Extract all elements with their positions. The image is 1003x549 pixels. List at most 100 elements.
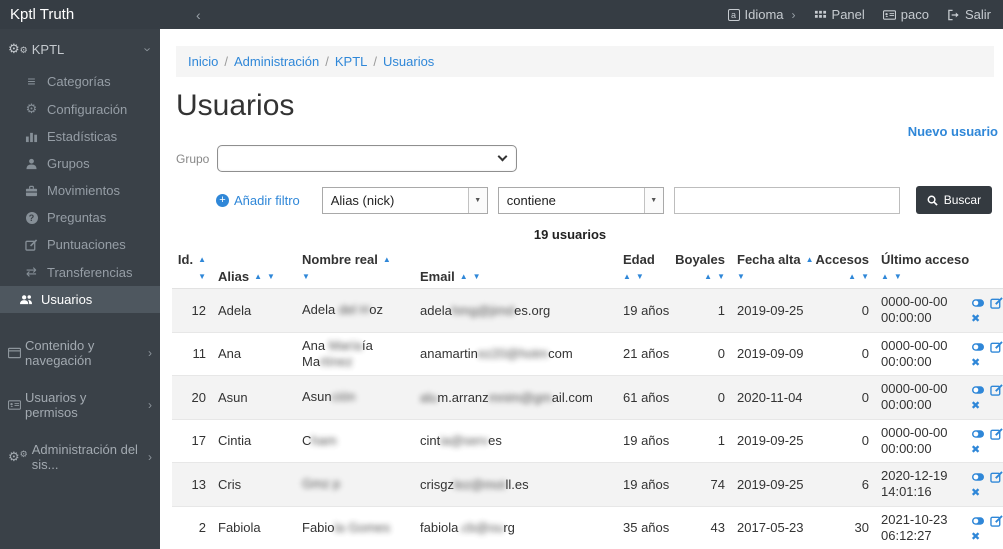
- sidebar-item-label: Transferencias: [47, 264, 133, 280]
- cell-email: adelahmg@jimdes.org: [414, 288, 617, 333]
- column-header-name[interactable]: Nombre real ▲ ▼: [296, 248, 414, 289]
- users-icon: [19, 294, 33, 306]
- sidebar-item-movimientos[interactable]: Movimientos: [0, 177, 160, 204]
- topnav-item-panel[interactable]: Panel: [814, 7, 865, 22]
- toggle-active-button[interactable]: [971, 382, 985, 397]
- cell-accesos: 6: [819, 462, 875, 507]
- sidebar-item-grupos[interactable]: Grupos: [0, 150, 160, 177]
- sidebar-item-transferencias[interactable]: ⇄ Transferencias: [0, 258, 160, 286]
- sort-desc-icon[interactable]: ▼: [302, 272, 310, 281]
- sidebar-item-configuración[interactable]: ⚙ Configuración: [0, 95, 160, 123]
- filter-operator-select[interactable]: contiene ▼: [497, 186, 664, 214]
- sort-asc-icon[interactable]: ▲: [254, 272, 262, 281]
- cell-email: anamartinez20@hotmcom: [414, 332, 617, 376]
- topnav-item-idioma[interactable]: a Idioma ›: [727, 7, 796, 22]
- breadcrumb-link-kptl[interactable]: KPTL: [335, 54, 368, 69]
- breadcrumb-link-usuarios[interactable]: Usuarios: [383, 54, 434, 69]
- sidebar-item-usuarios[interactable]: Usuarios: [0, 286, 160, 313]
- cell-email: cintia@serves: [414, 419, 617, 463]
- delete-button[interactable]: ✖: [971, 485, 980, 499]
- column-label: Edad: [623, 252, 655, 267]
- cell-boyales: 1: [681, 288, 731, 333]
- cell-actions: ✖: [965, 332, 1003, 376]
- edit-button[interactable]: [990, 382, 1003, 397]
- new-user-link[interactable]: Nuevo usuario: [908, 124, 998, 139]
- add-filter-button[interactable]: + Añadir filtro: [216, 193, 300, 208]
- sidebar-section-kptl[interactable]: ⚙⚙ KPTL ›: [0, 29, 160, 67]
- column-header-boyales[interactable]: Boyales ▲ ▼: [675, 248, 731, 289]
- column-header-age[interactable]: Edad ▲ ▼: [617, 248, 681, 289]
- sort-desc-icon[interactable]: ▼: [267, 272, 275, 281]
- sort-asc-icon[interactable]: ▲: [848, 272, 856, 281]
- toggle-active-button[interactable]: [971, 295, 985, 310]
- sidebar-item-estadísticas[interactable]: Estadísticas: [0, 123, 160, 150]
- column-header-actions: [965, 248, 1003, 289]
- delete-button[interactable]: ✖: [971, 311, 981, 326]
- column-header-id[interactable]: Id. ▲ ▼: [172, 248, 212, 289]
- edit-button[interactable]: [990, 339, 1003, 354]
- edit-button[interactable]: [990, 426, 1003, 441]
- sort-asc-icon[interactable]: ▲: [198, 255, 206, 264]
- sort-desc-icon[interactable]: ▼: [198, 272, 206, 281]
- sidebar-group-label: Administración del sis...: [31, 442, 138, 472]
- delete-button[interactable]: ✖: [971, 355, 980, 369]
- sort-asc-icon[interactable]: ▲: [623, 272, 631, 281]
- breadcrumb-link-administración[interactable]: Administración: [234, 54, 319, 69]
- sort-desc-icon[interactable]: ▼: [473, 272, 481, 281]
- sort-desc-icon[interactable]: ▼: [861, 272, 869, 281]
- breadcrumb-link-inicio[interactable]: Inicio: [188, 54, 218, 69]
- column-label: Boyales: [675, 252, 725, 267]
- delete-button[interactable]: ✖: [971, 442, 980, 456]
- toggle-active-button[interactable]: [971, 469, 985, 484]
- cell-fecha-alta: 2019-09-25: [731, 288, 819, 333]
- column-header-ultimo[interactable]: Último acceso ▲ ▼: [875, 248, 969, 289]
- sort-asc-icon[interactable]: ▲: [383, 255, 391, 264]
- sort-asc-icon[interactable]: ▲: [806, 255, 814, 264]
- sidebar-item-preguntas[interactable]: ? Preguntas: [0, 204, 160, 231]
- sort-desc-icon[interactable]: ▼: [894, 272, 902, 281]
- column-header-fecha[interactable]: Fecha alta ▲ ▼: [731, 248, 819, 289]
- sort-desc-icon[interactable]: ▼: [636, 272, 644, 281]
- topnav-item-paco[interactable]: paco: [882, 7, 929, 22]
- topnav-item-salir[interactable]: Salir: [947, 7, 991, 22]
- sidebar-group-administraci-n-del-sis-[interactable]: ⚙ ⚙ Administración del sis... ›: [0, 431, 160, 483]
- edit-button[interactable]: [990, 513, 1003, 528]
- column-header-accesos[interactable]: Accesos ▲ ▼: [816, 248, 875, 289]
- sidebar-item-puntuaciones[interactable]: Puntuaciones: [0, 231, 160, 258]
- sort-asc-icon[interactable]: ▲: [704, 272, 712, 281]
- column-header-alias[interactable]: Alias ▲ ▼: [212, 248, 296, 289]
- toggle-active-button[interactable]: [971, 339, 985, 354]
- cell-alias: Asun: [212, 375, 296, 420]
- cell-id: 20: [172, 375, 212, 420]
- delete-icon: ✖: [971, 313, 981, 326]
- sort-desc-icon[interactable]: ▼: [737, 272, 745, 281]
- sidebar-collapse-button[interactable]: ‹: [196, 7, 201, 23]
- delete-button[interactable]: ✖: [971, 529, 980, 543]
- group-select[interactable]: [217, 145, 518, 172]
- group-filter-row: Grupo: [176, 145, 1003, 172]
- sort-desc-icon[interactable]: ▼: [717, 272, 725, 281]
- toggle-active-button[interactable]: [971, 426, 985, 441]
- sidebar-item-categorías[interactable]: ≡ Categorías: [0, 67, 160, 95]
- cell-nombre-real: Cham: [296, 419, 414, 463]
- sidebar-item-label: Usuarios: [41, 292, 93, 307]
- edit-button[interactable]: [990, 295, 1003, 310]
- delete-button[interactable]: ✖: [971, 398, 980, 412]
- sidebar-group-usuarios-y-permisos[interactable]: Usuarios y permisos ›: [0, 379, 160, 431]
- toggle-active-button[interactable]: [971, 513, 985, 528]
- filter-value-input[interactable]: [673, 186, 900, 214]
- sidebar-group-contenido-y-navegaci-n[interactable]: Contenido y navegación ›: [0, 327, 160, 379]
- exchange-icon: ⇄: [26, 264, 37, 279]
- group-label: Grupo: [176, 151, 210, 166]
- sidebar-item-label: Preguntas: [47, 210, 107, 225]
- chevron-down-icon: ›: [140, 46, 156, 52]
- sort-asc-icon[interactable]: ▲: [460, 272, 468, 281]
- topnav-label: Panel: [831, 7, 865, 22]
- sort-asc-icon[interactable]: ▲: [881, 272, 889, 281]
- cell-edad: 19 años: [617, 288, 681, 333]
- edit-button[interactable]: [990, 469, 1003, 484]
- cell-id: 11: [172, 332, 212, 376]
- search-button[interactable]: Buscar: [915, 186, 993, 214]
- filter-field-select[interactable]: Alias (nick) ▼: [321, 186, 488, 214]
- column-header-email[interactable]: Email ▲ ▼: [414, 248, 617, 289]
